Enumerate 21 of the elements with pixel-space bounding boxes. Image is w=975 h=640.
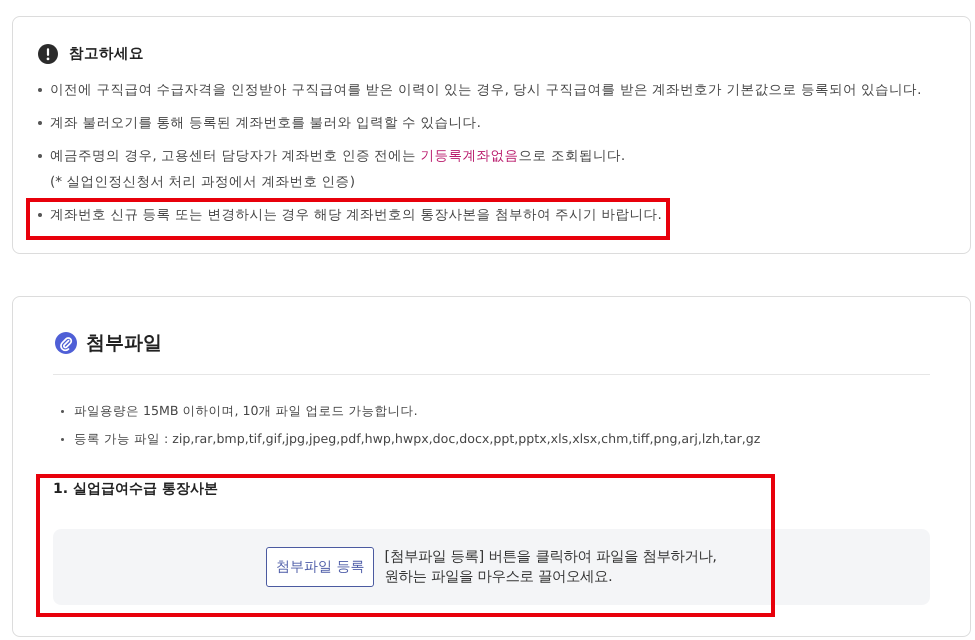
attachment-title: 첨부파일 [86, 331, 162, 356]
bullet-icon [38, 121, 42, 125]
drop-zone[interactable]: 첨부파일 등록 [첨부파일 등록] 버튼을 클릭하여 파일을 첨부하거나, 원하는 파일을 마우스로 끌어오세요. [53, 529, 930, 605]
notice-text: 예금주명의 경우, 고용센터 담당자가 계좌번호 인증 전에는 기등록계좌없음으로 조회됩니다. [50, 147, 626, 166]
bullet-icon [61, 410, 64, 413]
exclamation-icon [38, 44, 58, 64]
notice-text: 계좌 불러오기를 통해 등록된 계좌번호를 불러와 입력할 수 있습니다. [50, 114, 481, 133]
bullet-icon [38, 213, 42, 217]
notice-note: (* 실업인정신청서 처리 과정에서 계좌번호 인증) [50, 173, 356, 192]
bullet-icon [61, 438, 64, 441]
info-text: 등록 가능 파일 : zip,rar,bmp,tif,gif,jpg,jpeg,pdf,hwp,hwpx,doc,docx,ppt,pptx,xls,xlsx,chm,tiff,png,arj,lzh,tar,gz [74, 430, 760, 448]
notice-text: 이전에 구직급여 수급자격을 인정받아 구직급여를 받은 이력이 있는 경우, 당시 구직급여를 받은 계좌번호가 기본값으로 등록되어 있습니다. [50, 81, 922, 100]
notice-text: 계좌번호 신규 등록 또는 변경하시는 경우 해당 계좌번호의 통장사본을 첨부하여 주시기 바랍니다. [50, 206, 662, 225]
bullet-icon [38, 88, 42, 92]
drop-hint: [첨부파일 등록] 버튼을 클릭하여 파일을 첨부하거나, 원하는 파일을 마우스로 끌어오세요. [384, 548, 717, 587]
attach-file-button[interactable]: 첨부파일 등록 [266, 547, 374, 587]
info-text: 파일용량은 15MB 이하이며, 10개 파일 업로드 가능합니다. [74, 402, 418, 420]
upload-label: 1. 실업급여수급 통장사본 [53, 480, 218, 499]
bullet-icon [38, 154, 42, 158]
paperclip-icon [55, 332, 77, 354]
notice-title: 참고하세요 [69, 45, 144, 64]
